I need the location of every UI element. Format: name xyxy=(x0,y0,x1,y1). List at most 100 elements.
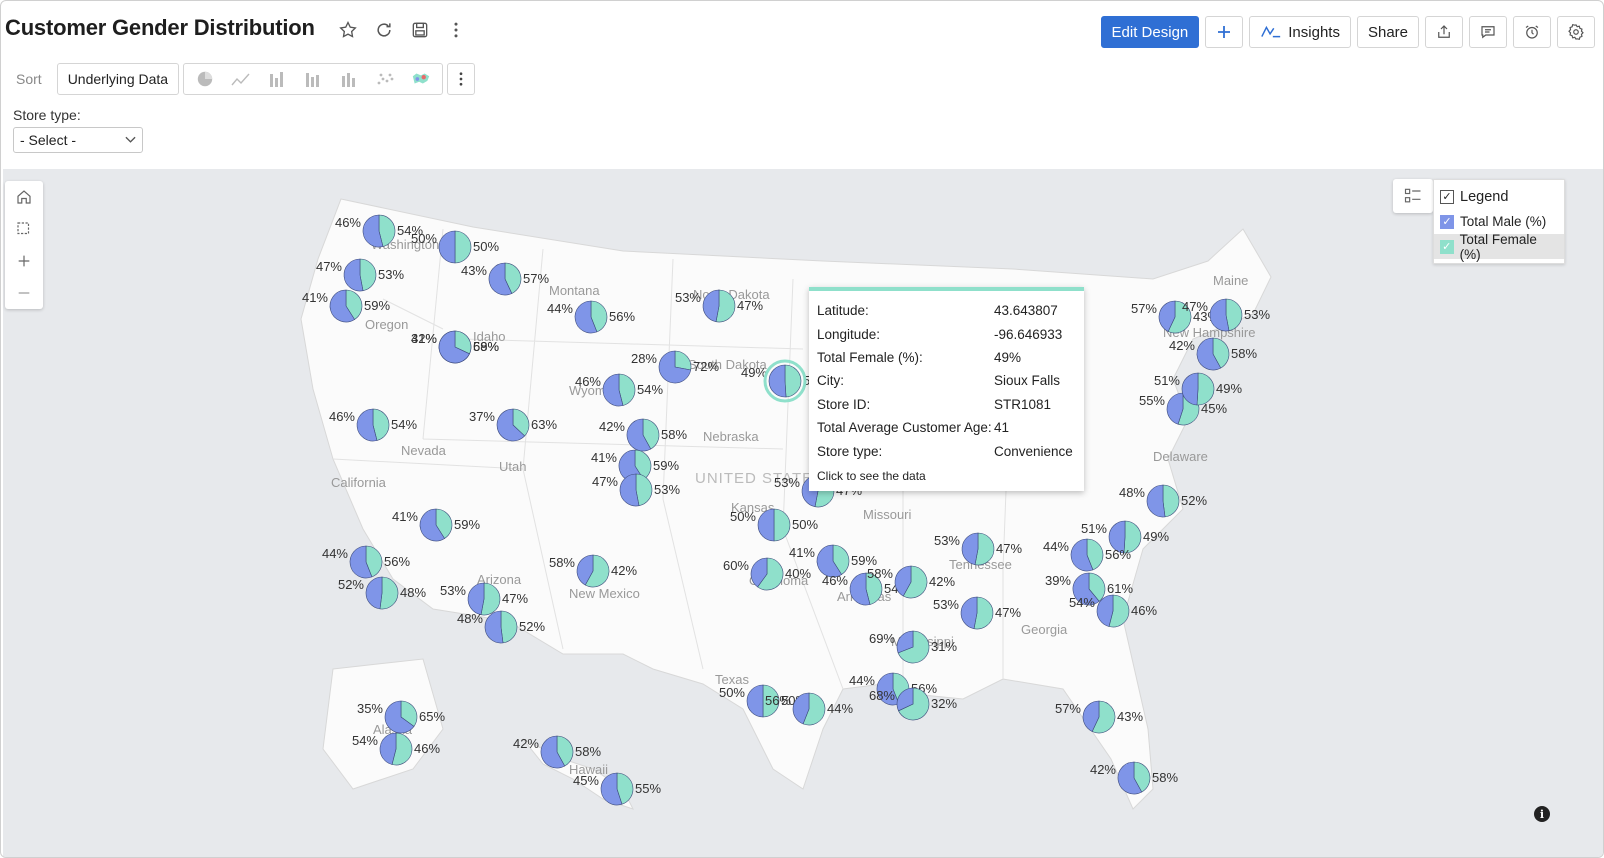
pie-label-female: 47% xyxy=(1182,299,1208,314)
pie-label-male: 53% xyxy=(378,267,404,282)
tooltip-footer[interactable]: Click to see the data xyxy=(817,469,1074,483)
tooltip-value: 49% xyxy=(994,349,1022,365)
pie-label-female: 28% xyxy=(631,351,657,366)
edit-design-button[interactable]: Edit Design xyxy=(1100,16,1200,48)
pie-label-male: 52% xyxy=(519,619,545,634)
refresh-icon[interactable] xyxy=(373,19,395,41)
pie-label-female: 51% xyxy=(1081,521,1107,536)
stacked-bar-icon[interactable] xyxy=(298,67,328,91)
scatter-chart-icon[interactable] xyxy=(370,67,400,91)
settings-button[interactable] xyxy=(1557,16,1595,48)
chart-more-button[interactable] xyxy=(447,63,476,95)
legend-item-female[interactable]: ✓ Total Female (%) xyxy=(1434,232,1564,262)
sort-button[interactable]: Sort xyxy=(5,63,53,95)
zoom-out-button[interactable] xyxy=(5,277,43,309)
share-button[interactable]: Share xyxy=(1356,16,1419,48)
store-type-selected: - Select - xyxy=(20,132,77,148)
tooltip-value: Convenience xyxy=(994,443,1073,459)
pie-slice-male xyxy=(365,576,383,610)
tooltip-value: -96.646933 xyxy=(994,326,1063,342)
pie-label-female: 44% xyxy=(547,301,573,316)
pie-label-male: 49% xyxy=(1143,529,1169,544)
tooltip-value: STR1081 xyxy=(994,396,1052,412)
more-vertical-icon[interactable] xyxy=(445,19,467,41)
pie-label-female: 41% xyxy=(789,545,815,560)
pie-label-male: 43% xyxy=(1117,709,1143,724)
export-button[interactable] xyxy=(1425,16,1463,48)
pie-label-male: 56% xyxy=(1105,547,1131,562)
minus-icon xyxy=(18,292,30,294)
star-icon[interactable] xyxy=(337,19,359,41)
pie-label-male: 61% xyxy=(1107,581,1133,596)
info-icon[interactable]: i xyxy=(1534,806,1550,822)
pie-label-female: 56% xyxy=(765,693,791,708)
tooltip-key: Store ID: xyxy=(817,396,871,412)
pie-label-female: 37% xyxy=(469,409,495,424)
pie-label-female: 41% xyxy=(591,450,617,465)
pie-label-male: 58% xyxy=(575,744,601,759)
alarm-button[interactable] xyxy=(1513,16,1551,48)
home-button[interactable] xyxy=(5,181,43,213)
tooltip-row: Latitude: 43.643807 xyxy=(817,299,1074,322)
insights-label: Insights xyxy=(1288,23,1340,41)
pie-label-female: 46% xyxy=(822,573,848,588)
pie-label-female: 50% xyxy=(730,509,756,524)
pie-label-male: 42% xyxy=(929,574,955,589)
store-type-select[interactable]: - Select - xyxy=(13,127,143,153)
pie-label-male: 47% xyxy=(502,591,528,606)
underlying-data-button[interactable]: Underlying Data xyxy=(56,63,180,95)
more-vertical-icon xyxy=(459,72,463,86)
pie-label-female: 53% xyxy=(774,475,800,490)
label-missouri: Missouri xyxy=(863,507,912,522)
box-zoom-button[interactable] xyxy=(5,213,43,245)
add-button[interactable] xyxy=(1205,16,1244,48)
save-icon[interactable] xyxy=(409,19,431,41)
pie-label-female: 46% xyxy=(329,409,355,424)
pie-label-female: 57% xyxy=(1055,701,1081,716)
pie-label-male: 50% xyxy=(792,517,818,532)
zoom-in-button[interactable] xyxy=(5,245,43,277)
insights-button[interactable]: Insights xyxy=(1249,16,1351,48)
bar-chart-icon[interactable] xyxy=(262,67,292,91)
chevron-down-icon xyxy=(125,136,136,143)
tooltip-value: Sioux Falls xyxy=(994,373,1061,389)
female-checkbox[interactable]: ✓ xyxy=(1440,239,1454,254)
pie-label-male: 47% xyxy=(996,541,1022,556)
pie-label-female: 44% xyxy=(1043,539,1069,554)
map-chart-icon[interactable] xyxy=(406,67,436,91)
pie-label-male: 47% xyxy=(737,298,763,313)
pie-marker[interactable]: 42% 58% xyxy=(1090,761,1178,795)
pie-label-female: 51% xyxy=(1154,373,1180,388)
pie-label-female: 58% xyxy=(867,566,893,581)
pie-label-female: 42% xyxy=(513,736,539,751)
legend-title-row[interactable]: ✓ Legend xyxy=(1440,184,1558,209)
grouped-bar-icon[interactable] xyxy=(334,67,364,91)
legend-checkbox[interactable]: ✓ xyxy=(1440,189,1454,204)
pie-label-female: 53% xyxy=(675,290,701,305)
legend-item-male[interactable]: ✓ Total Male (%) xyxy=(1440,209,1558,234)
pie-label-male: 59% xyxy=(454,517,480,532)
pie-label-male: 46% xyxy=(414,741,440,756)
pie-label-male: 52% xyxy=(1181,493,1207,508)
pie-label-female: 48% xyxy=(1119,485,1145,500)
male-checkbox[interactable]: ✓ xyxy=(1440,214,1454,229)
pie-chart-icon[interactable] xyxy=(190,67,220,91)
pie-label-female: 44% xyxy=(322,546,348,561)
map-area[interactable]: Washington Montana North Dakota Oregon I… xyxy=(3,169,1603,857)
tooltip-key: City: xyxy=(817,373,844,389)
legend-title: Legend xyxy=(1460,188,1509,205)
tooltip-row: Longitude: -96.646933 xyxy=(817,322,1074,345)
pie-label-male: 31% xyxy=(931,639,957,654)
plus-icon xyxy=(1218,26,1231,38)
pie-label-female: 35% xyxy=(357,701,383,716)
map-controls xyxy=(5,181,43,309)
legend-toggle-button[interactable] xyxy=(1393,179,1433,213)
pie-label-male: 54% xyxy=(391,417,417,432)
comments-button[interactable] xyxy=(1469,16,1507,48)
legend-panel: ✓ Legend ✓ Total Male (%) ✓ Total Female… xyxy=(1433,179,1565,264)
line-chart-icon[interactable] xyxy=(226,67,256,91)
pie-label-female: 58% xyxy=(549,555,575,570)
pie-marker[interactable]: 45% 55% xyxy=(573,772,661,806)
pie-label-male: 42% xyxy=(611,563,637,578)
pie-label-male: 59% xyxy=(653,458,679,473)
